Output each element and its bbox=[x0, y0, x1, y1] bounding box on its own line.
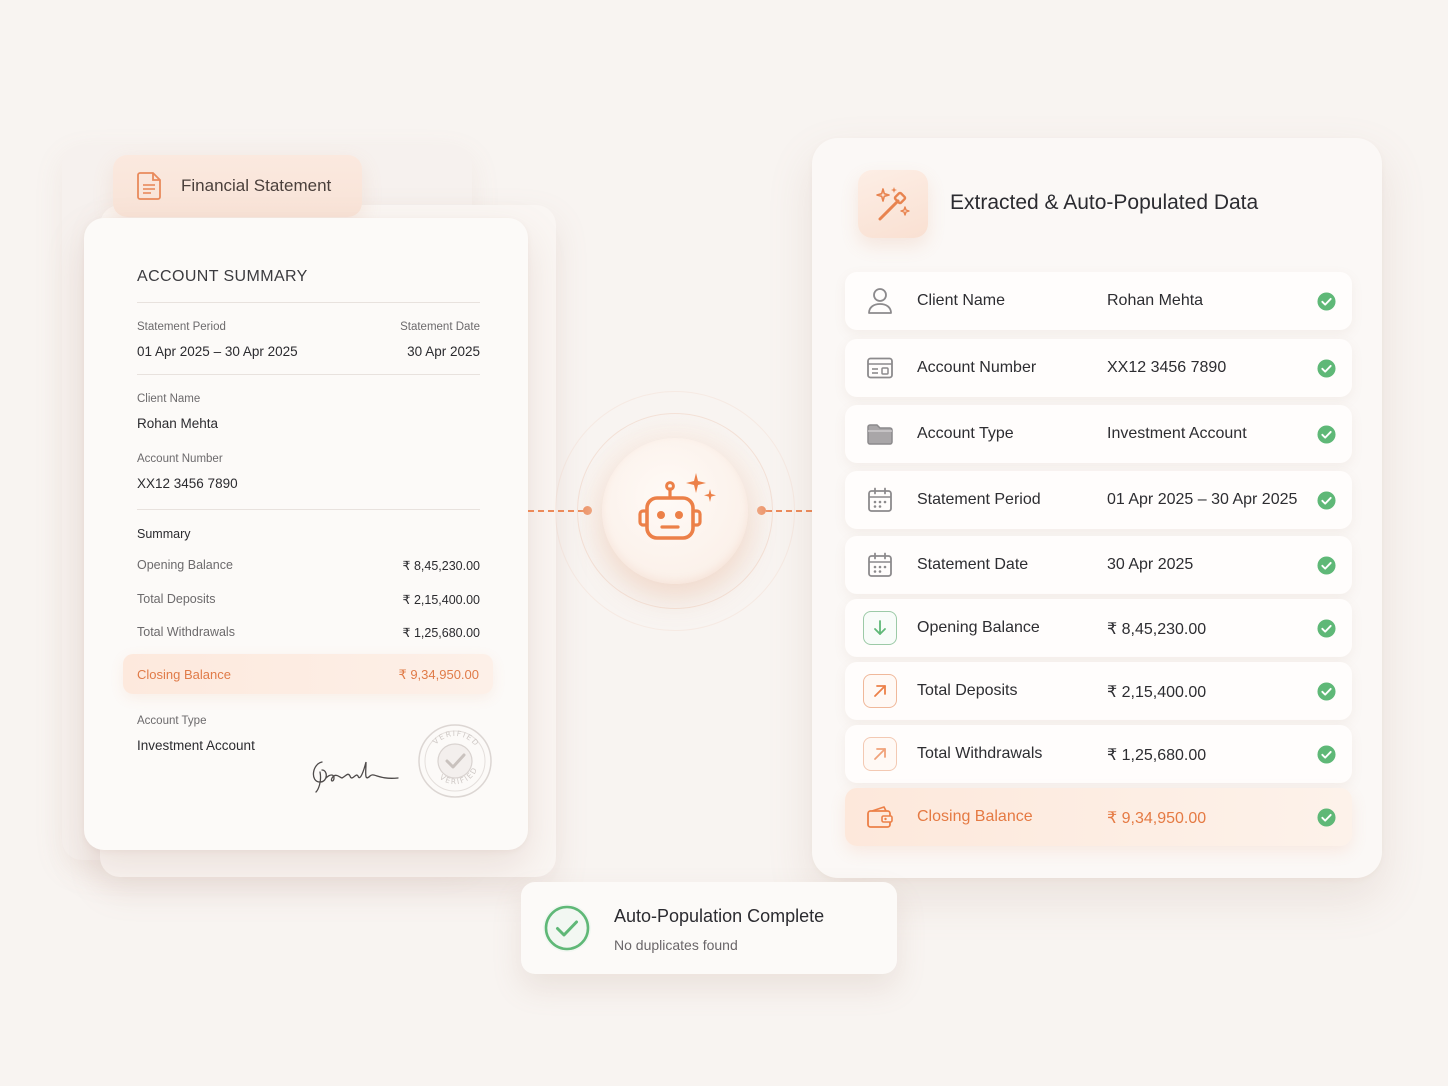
row-value: ₹ 2,15,400.00 bbox=[1107, 684, 1207, 701]
row-value: Investment Account bbox=[1107, 425, 1247, 442]
row-value: ₹ 9,34,950.00 bbox=[1107, 810, 1207, 827]
arrow-down-icon bbox=[863, 611, 897, 645]
account-type-label: Account Type bbox=[137, 715, 207, 727]
data-row-total-deposits[interactable]: Total Deposits ₹ 2,15,400.00 bbox=[845, 662, 1352, 720]
opening-balance-value: ₹ 8,45,230.00 bbox=[402, 559, 480, 573]
total-deposits-value: ₹ 2,15,400.00 bbox=[402, 593, 480, 607]
data-row-statement-period[interactable]: Statement Period 01 Apr 2025 – 30 Apr 20… bbox=[845, 471, 1352, 529]
document-icon bbox=[137, 172, 161, 200]
divider bbox=[137, 302, 480, 303]
account-number-label: Account Number bbox=[137, 453, 223, 465]
statement-date-label: Statement Date bbox=[400, 321, 480, 333]
row-label: Total Deposits bbox=[917, 682, 1018, 699]
arrow-up-right-icon bbox=[863, 737, 897, 771]
total-deposits-label: Total Deposits bbox=[137, 592, 216, 606]
statement-date-value: 30 Apr 2025 bbox=[407, 344, 480, 359]
check-circle-icon bbox=[1317, 745, 1336, 764]
financial-statement-tab-label: Financial Statement bbox=[181, 176, 332, 195]
arrow-up-right-icon bbox=[863, 674, 897, 708]
closing-balance-value: ₹ 9,34,950.00 bbox=[398, 667, 479, 682]
row-label: Account Type bbox=[917, 425, 1014, 442]
row-value: 30 Apr 2025 bbox=[1107, 556, 1194, 573]
check-circle-icon bbox=[1317, 425, 1336, 444]
toast-title: Auto-Population Complete bbox=[614, 906, 825, 926]
user-icon bbox=[862, 284, 898, 318]
row-value: 01 Apr 2025 – 30 Apr 2025 bbox=[1107, 491, 1298, 508]
row-value: ₹ 1,25,680.00 bbox=[1107, 747, 1207, 764]
closing-balance-highlight: Closing Balance ₹ 9,34,950.00 bbox=[123, 654, 493, 694]
divider bbox=[137, 509, 480, 510]
toast-subtitle: No duplicates found bbox=[614, 937, 738, 953]
account-number-value: XX12 3456 7890 bbox=[137, 476, 238, 491]
row-label: Statement Date bbox=[917, 556, 1029, 573]
row-label: Total Withdrawals bbox=[917, 745, 1043, 762]
success-badge bbox=[543, 904, 591, 952]
data-row-client-name[interactable]: Client Name Rohan Mehta bbox=[845, 272, 1352, 330]
opening-balance-icon-box bbox=[862, 611, 898, 645]
id-card-icon bbox=[862, 351, 898, 385]
data-row-account-type[interactable]: Account Type Investment Account bbox=[845, 405, 1352, 463]
row-label: Statement Period bbox=[917, 491, 1041, 508]
row-value: XX12 3456 7890 bbox=[1107, 359, 1227, 376]
total-withdrawals-icon-box bbox=[862, 737, 898, 771]
summary-heading: Summary bbox=[137, 527, 191, 541]
row-label: Opening Balance bbox=[917, 619, 1040, 636]
check-circle-icon bbox=[1317, 682, 1336, 701]
data-row-opening-balance[interactable]: Opening Balance ₹ 8,45,230.00 bbox=[845, 599, 1352, 657]
divider bbox=[137, 374, 480, 375]
total-withdrawals-value: ₹ 1,25,680.00 bbox=[402, 626, 480, 640]
auto-population-toast: Auto-Population Complete No duplicates f… bbox=[521, 882, 897, 974]
check-circle-icon bbox=[1317, 619, 1336, 638]
statement-period-value: 01 Apr 2025 – 30 Apr 2025 bbox=[137, 344, 298, 359]
account-type-value: Investment Account bbox=[137, 738, 255, 753]
client-name-label: Client Name bbox=[137, 393, 201, 405]
check-circle-icon bbox=[1317, 292, 1336, 311]
total-withdrawals-label: Total Withdrawals bbox=[137, 625, 235, 639]
check-circle-icon bbox=[1317, 808, 1336, 827]
calendar-icon bbox=[862, 483, 898, 517]
wallet-icon bbox=[862, 800, 898, 834]
signature-icon bbox=[312, 761, 399, 793]
row-value: Rohan Mehta bbox=[1107, 292, 1204, 309]
opening-balance-label: Opening Balance bbox=[137, 558, 233, 572]
row-label: Client Name bbox=[917, 292, 1006, 309]
row-label: Account Number bbox=[917, 359, 1037, 376]
calendar-icon bbox=[862, 548, 898, 582]
robot-icon bbox=[638, 473, 716, 540]
row-label: Closing Balance bbox=[917, 808, 1033, 825]
data-row-closing-balance[interactable]: Closing Balance ₹ 9,34,950.00 bbox=[845, 788, 1352, 846]
check-circle-icon bbox=[544, 905, 590, 951]
folder-icon bbox=[862, 417, 898, 451]
check-circle-icon bbox=[1317, 359, 1336, 378]
closing-balance-label: Closing Balance bbox=[137, 667, 231, 682]
data-row-statement-date[interactable]: Statement Date 30 Apr 2025 bbox=[845, 536, 1352, 594]
magic-wand-badge bbox=[858, 170, 928, 238]
panel-title: Extracted & Auto-Populated Data bbox=[950, 191, 1259, 214]
financial-statement-tab[interactable]: Financial Statement bbox=[113, 155, 362, 217]
row-value: ₹ 8,45,230.00 bbox=[1107, 621, 1207, 638]
total-deposits-icon-box bbox=[862, 674, 898, 708]
statement-period-label: Statement Period bbox=[137, 321, 226, 333]
ai-robot-button[interactable] bbox=[602, 438, 748, 584]
client-name-value: Rohan Mehta bbox=[137, 416, 219, 431]
magic-wand-icon bbox=[876, 187, 910, 221]
check-circle-icon bbox=[1317, 556, 1336, 575]
data-row-account-number[interactable]: Account Number XX12 3456 7890 bbox=[845, 339, 1352, 397]
account-summary-heading: ACCOUNT SUMMARY bbox=[137, 268, 308, 285]
data-row-total-withdrawals[interactable]: Total Withdrawals ₹ 1,25,680.00 bbox=[845, 725, 1352, 783]
check-circle-icon bbox=[1317, 491, 1336, 510]
verified-seal-icon: VERIFIED VERIFIED bbox=[418, 724, 492, 798]
